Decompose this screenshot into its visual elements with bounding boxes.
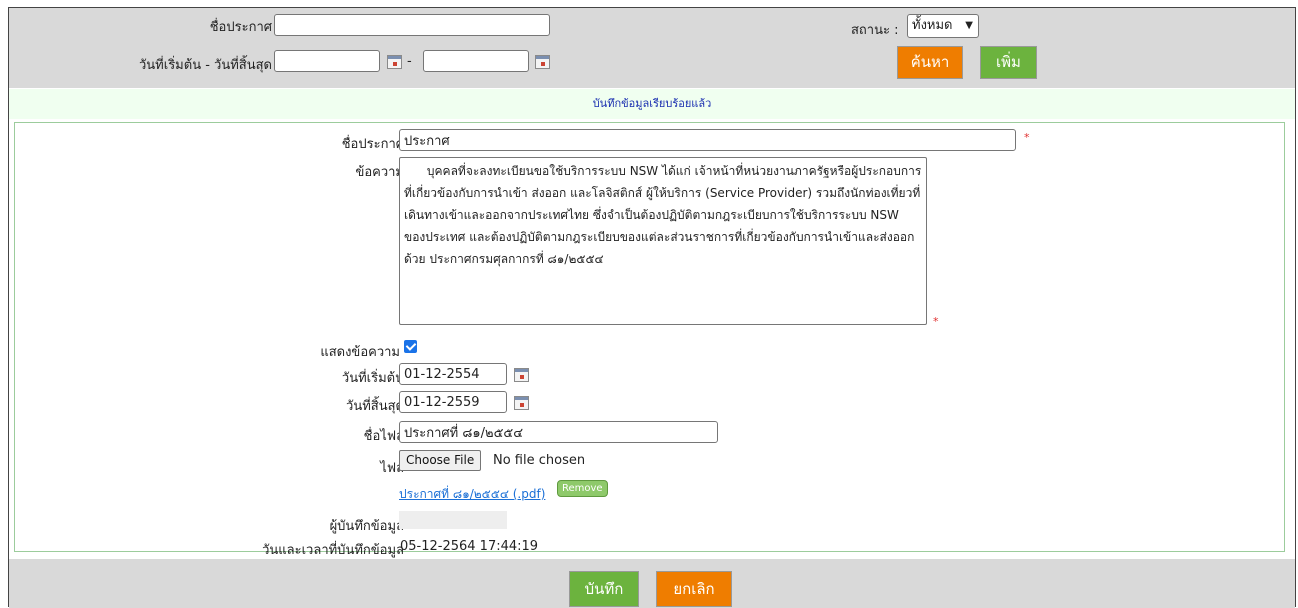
save-success-notice: บันทึกข้อมูลเรียบร้อยแล้ว: [9, 89, 1295, 119]
search-panel: ชื่อประกาศ วันที่เริ่มต้น - วันที่สิ้นสุ…: [9, 8, 1295, 88]
calendar-icon[interactable]: [387, 55, 402, 69]
show-message-checkbox[interactable]: [404, 340, 417, 353]
action-bar: บันทึก ยกเลิก: [9, 559, 1295, 608]
status-select[interactable]: ทั้งหมด ▼: [907, 14, 979, 38]
form-filename-input[interactable]: [399, 421, 718, 443]
required-mark: *: [1024, 131, 1030, 144]
form-start-date-input[interactable]: [399, 363, 507, 385]
form-message-textarea[interactable]: บุคคลที่จะลงทะเบียนขอใช้บริการระบบ NSW ไ…: [399, 157, 927, 325]
form-title-label: ชื่อประกาศ: [341, 137, 404, 152]
record-datetime-label: วันและเวลาที่บันทึกข้อมูล: [262, 543, 404, 558]
calendar-icon[interactable]: [514, 368, 529, 382]
recorder-value: [399, 511, 507, 529]
required-mark: *: [933, 315, 939, 328]
status-label: สถานะ :: [851, 23, 899, 38]
show-message-label: แสดงข้อความ: [320, 345, 400, 360]
calendar-icon[interactable]: [535, 55, 550, 69]
date-range-separator: -: [407, 54, 412, 69]
form-end-date-label: วันที่สิ้นสุด: [346, 399, 404, 414]
cancel-button[interactable]: ยกเลิก: [656, 571, 732, 607]
form-message-label: ข้อความ: [355, 165, 404, 180]
remove-file-button[interactable]: Remove: [557, 480, 608, 497]
status-selected-value: ทั้งหมด: [912, 18, 953, 33]
choose-file-button[interactable]: Choose File: [399, 450, 482, 471]
attached-file-link[interactable]: ประกาศที่ ๘๑/๒๕๕๔ (.pdf): [399, 485, 545, 504]
form-title-input[interactable]: [399, 129, 1016, 151]
recorder-label: ผู้บันทึกข้อมูล: [329, 519, 404, 534]
chevron-down-icon: ▼: [965, 20, 973, 31]
search-title-input[interactable]: [274, 14, 550, 36]
add-button[interactable]: เพิ่ม: [980, 46, 1037, 79]
announcement-form: ชื่อประกาศ * ข้อความ บุคคลที่จะลงทะเบียน…: [14, 122, 1285, 558]
no-file-chosen-text: No file chosen: [493, 453, 586, 468]
save-button[interactable]: บันทึก: [569, 571, 639, 607]
search-start-date-input[interactable]: [274, 50, 380, 72]
calendar-icon[interactable]: [514, 396, 529, 410]
record-datetime-value: 05-12-2564 17:44:19: [400, 539, 539, 554]
search-title-label: ชื่อประกาศ: [209, 20, 272, 35]
search-date-range-label: วันที่เริ่มต้น - วันที่สิ้นสุด: [139, 58, 272, 73]
search-button[interactable]: ค้นหา: [897, 46, 963, 79]
search-end-date-input[interactable]: [423, 50, 529, 72]
form-end-date-input[interactable]: [399, 391, 507, 413]
app-frame: ชื่อประกาศ วันที่เริ่มต้น - วันที่สิ้นสุ…: [8, 7, 1296, 608]
form-filename-label: ชื่อไฟล์: [363, 429, 404, 444]
form-start-date-label: วันที่เริ่มต้น: [341, 371, 404, 386]
